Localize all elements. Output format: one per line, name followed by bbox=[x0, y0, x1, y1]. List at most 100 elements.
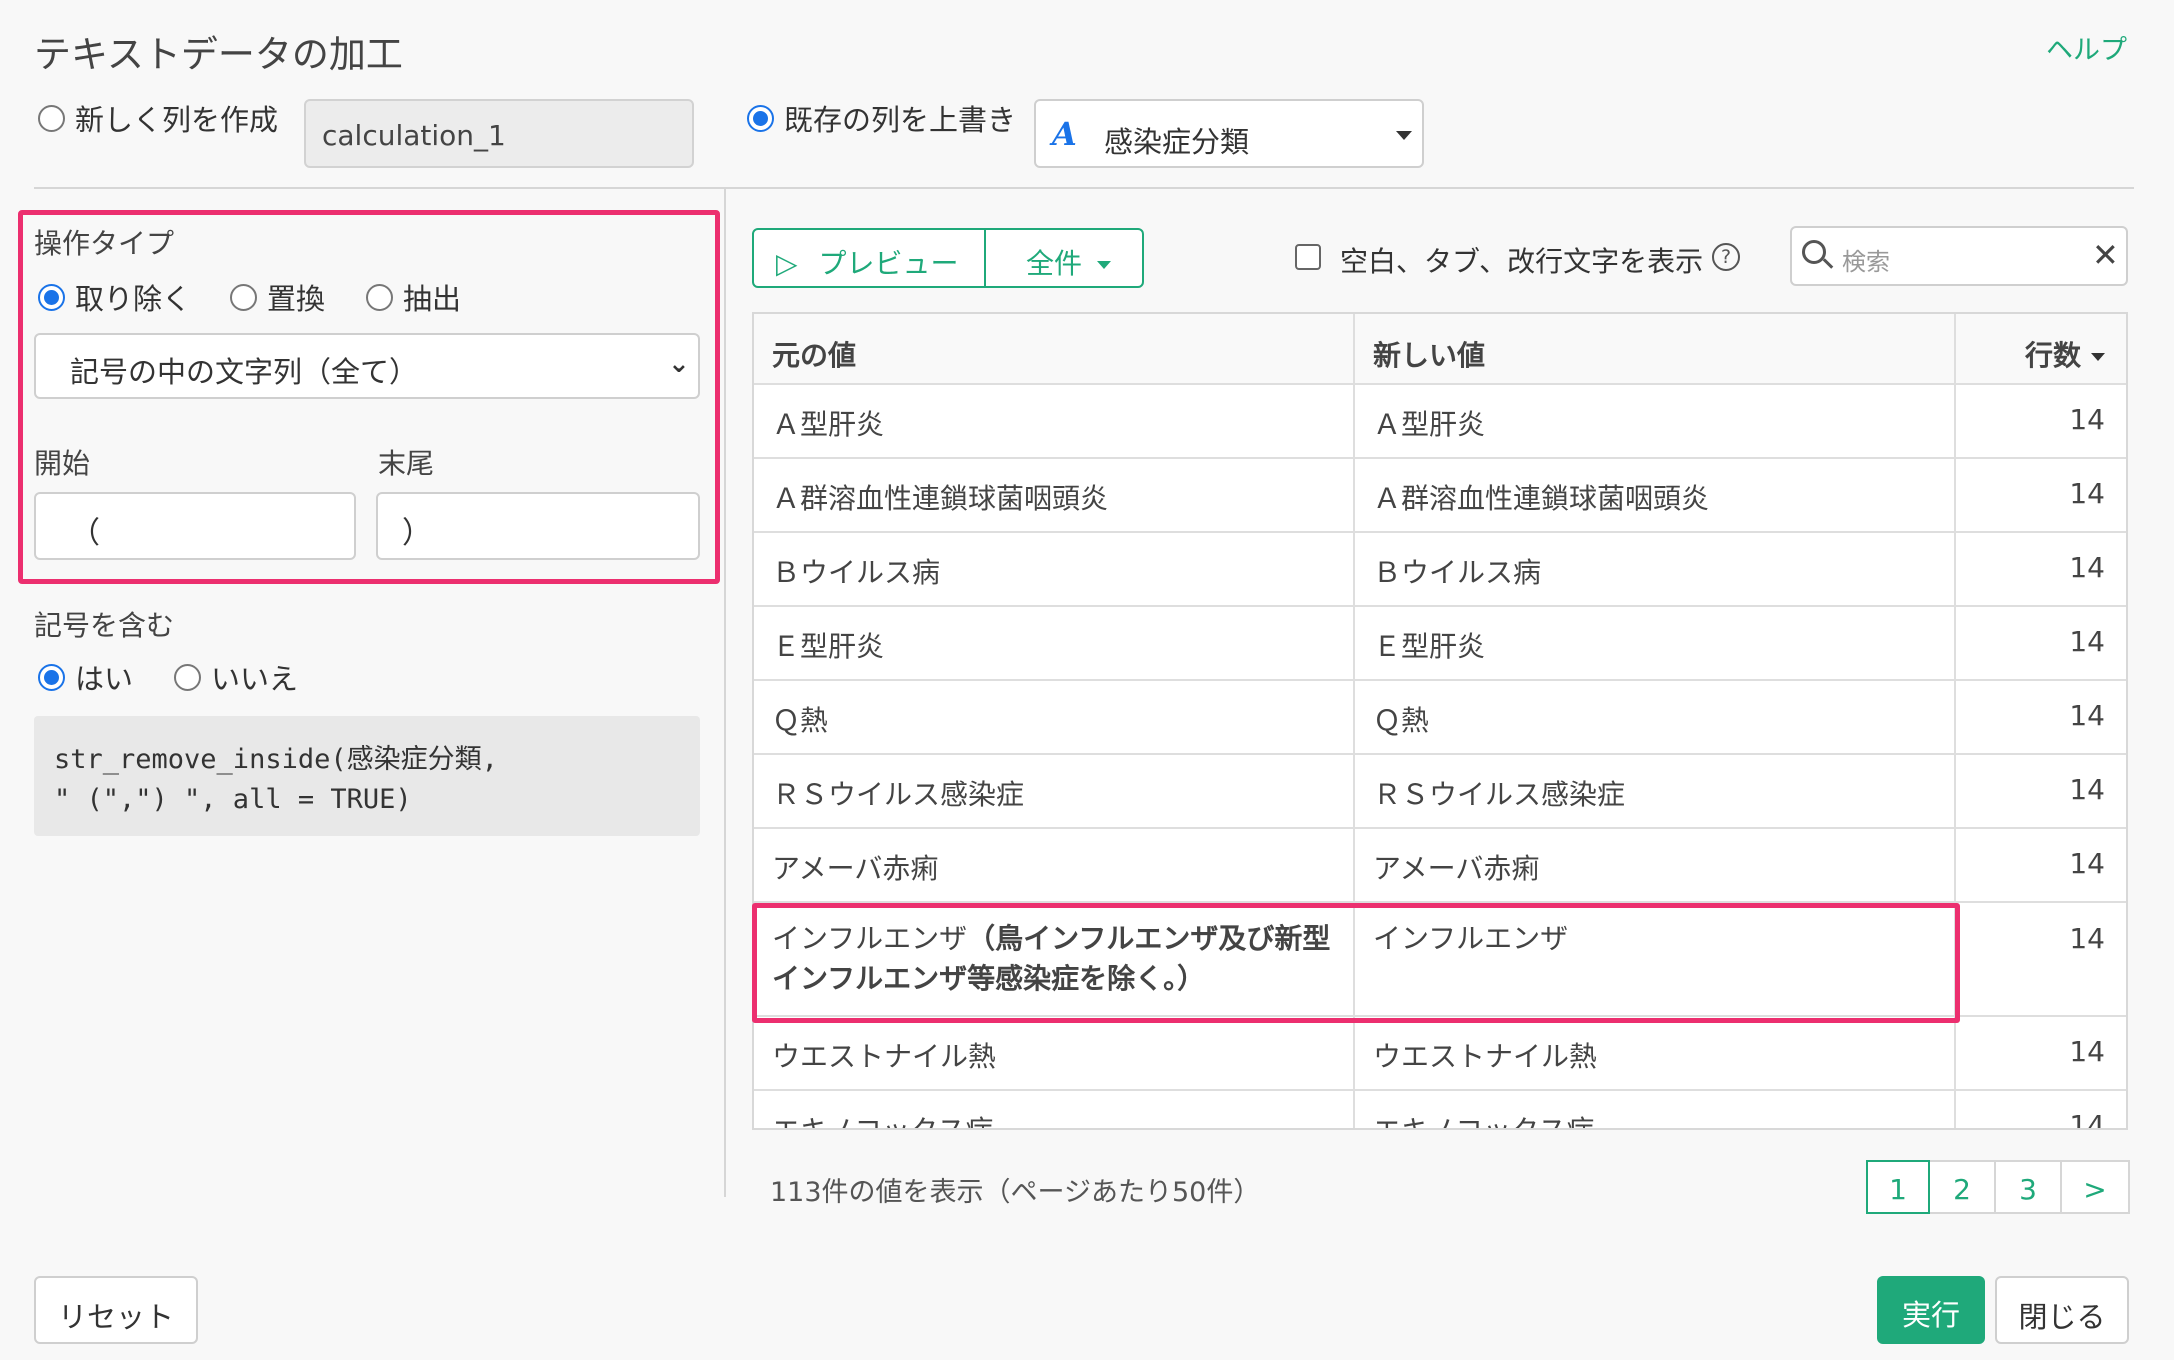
generated-code: str_remove_inside(感染症分類, " (",") ", all … bbox=[34, 716, 700, 836]
column-select-value: 感染症分類 bbox=[1104, 125, 1250, 159]
show-whitespace-checkbox[interactable] bbox=[1295, 244, 1321, 270]
new-value: アメーバ赤痢 bbox=[1354, 828, 1956, 903]
op-replace-option[interactable]: 置換 bbox=[230, 276, 325, 318]
play-icon: ▷ bbox=[776, 247, 798, 280]
new-value: Ａ型肝炎 bbox=[1354, 384, 1956, 459]
table-row: ウエストナイル熱 ウエストナイル熱 14 bbox=[754, 1016, 2126, 1091]
preview-button-label: プレビュー bbox=[818, 247, 959, 280]
row-count: 14 bbox=[1955, 828, 2126, 903]
new-value: インフルエンザ bbox=[1354, 902, 1956, 1017]
text-type-icon: A bbox=[1052, 115, 1077, 153]
op-remove-label: 取り除く bbox=[75, 282, 192, 316]
table-row: Ａ群溶血性連鎖球菌咽頭炎 Ａ群溶血性連鎖球菌咽頭炎 14 bbox=[754, 458, 2126, 533]
original-value: Ｅ型肝炎 bbox=[754, 606, 1355, 681]
include-yes-radio[interactable] bbox=[38, 663, 65, 691]
reset-button[interactable]: リセット bbox=[34, 1276, 198, 1344]
run-button[interactable]: 実行 bbox=[1877, 1276, 1985, 1344]
include-no-label: いいえ bbox=[211, 662, 299, 696]
original-value: Ａ群溶血性連鎖球菌咽頭炎 bbox=[754, 458, 1355, 533]
column-header-original[interactable]: 元の値 bbox=[754, 314, 1355, 385]
original-value: ＲＳウイルス感染症 bbox=[754, 754, 1355, 829]
preview-button[interactable]: ▷ プレビュー bbox=[754, 230, 984, 286]
new-column-option[interactable]: 新しく列を作成 bbox=[38, 97, 278, 139]
new-column-radio[interactable] bbox=[38, 104, 65, 132]
new-value: エキノコックス症 bbox=[1354, 1090, 1956, 1128]
new-value: Ａ群溶血性連鎖球菌咽頭炎 bbox=[1354, 458, 1956, 533]
table-row: アメーバ赤痢 アメーバ赤痢 14 bbox=[754, 828, 2126, 903]
chevron-down-icon: ⌄ bbox=[668, 349, 690, 379]
original-value: ウエストナイル熱 bbox=[754, 1016, 1355, 1091]
include-symbols-label: 記号を含む bbox=[34, 609, 175, 642]
op-remove-option[interactable]: 取り除く bbox=[38, 276, 191, 318]
sort-caret-icon bbox=[2091, 353, 2105, 361]
search-input[interactable]: 検索 bbox=[1842, 242, 1890, 277]
include-no-option[interactable]: いいえ bbox=[174, 656, 298, 698]
close-button[interactable]: 閉じる bbox=[1995, 1276, 2129, 1344]
end-label: 末尾 bbox=[378, 447, 435, 480]
clear-icon[interactable]: ✕ bbox=[2092, 236, 2119, 274]
row-count: 14 bbox=[1955, 532, 2126, 607]
column-select[interactable]: A 感染症分類 bbox=[1034, 99, 1424, 168]
mode-select-value: 記号の中の文字列（全て） bbox=[70, 355, 419, 389]
original-value: エキノコックス症 bbox=[754, 1090, 1355, 1128]
page-button-1[interactable]: 1 bbox=[1866, 1160, 1930, 1214]
column-header-new[interactable]: 新しい値 bbox=[1354, 314, 1956, 385]
preview-table: 元の値 新しい値 行数 Ａ型肝炎 Ａ型肝炎 14 Ａ群溶血性連鎖球菌咽頭炎 Ａ群… bbox=[752, 312, 2128, 1130]
end-input-value: ） bbox=[402, 516, 432, 551]
op-extract-label: 抽出 bbox=[403, 282, 462, 316]
search-field[interactable]: 検索 ✕ bbox=[1790, 226, 2128, 286]
op-extract-radio[interactable] bbox=[366, 283, 393, 311]
all-rows-label: 全件 bbox=[1026, 247, 1083, 280]
new-value: Ｑ熱 bbox=[1354, 680, 1956, 755]
page-button-3[interactable]: 3 bbox=[1996, 1160, 2062, 1214]
table-row: ＲＳウイルス感染症 ＲＳウイルス感染症 14 bbox=[754, 754, 2126, 829]
op-extract-option[interactable]: 抽出 bbox=[366, 276, 461, 318]
start-input-value: （ bbox=[70, 516, 100, 551]
new-value: ウエストナイル熱 bbox=[1354, 1016, 1956, 1091]
dialog-title: テキストデータの加工 bbox=[34, 33, 403, 76]
row-count: 14 bbox=[1955, 384, 2126, 459]
start-label: 開始 bbox=[34, 447, 91, 480]
preview-button-group: ▷ プレビュー 全件 bbox=[752, 228, 1144, 288]
search-icon-handle bbox=[1822, 258, 1834, 269]
row-count: 14 bbox=[1955, 680, 2126, 755]
start-input[interactable]: （ bbox=[34, 492, 356, 560]
original-value-plain: インフルエンザ bbox=[772, 922, 968, 955]
op-remove-radio[interactable] bbox=[38, 283, 65, 311]
include-no-radio[interactable] bbox=[174, 663, 201, 691]
op-replace-label: 置換 bbox=[267, 282, 326, 316]
include-yes-label: はい bbox=[75, 662, 134, 696]
mode-select[interactable]: 記号の中の文字列（全て） ⌄ bbox=[34, 333, 700, 399]
count-header-label: 行数 bbox=[2024, 339, 2081, 372]
new-column-label: 新しく列を作成 bbox=[75, 103, 279, 137]
column-header-count[interactable]: 行数 bbox=[1955, 314, 2126, 385]
table-row-highlighted: インフルエンザ（鳥インフルエンザ及び新型インフルエンザ等感染症を除く。） インフ… bbox=[754, 902, 2126, 1017]
original-value: アメーバ赤痢 bbox=[754, 828, 1355, 903]
caret-down-icon bbox=[1096, 261, 1111, 269]
row-count: 14 bbox=[1955, 754, 2126, 829]
op-replace-radio[interactable] bbox=[230, 283, 257, 311]
table-row: Ｂウイルス病 Ｂウイルス病 14 bbox=[754, 532, 2126, 607]
row-count: 14 bbox=[1955, 1090, 2126, 1128]
row-count: 14 bbox=[1955, 458, 2126, 533]
include-yes-option[interactable]: はい bbox=[38, 656, 133, 698]
new-value: Ｂウイルス病 bbox=[1354, 532, 1956, 607]
help-icon[interactable]: ? bbox=[1712, 243, 1740, 271]
table-row: Ｑ熱 Ｑ熱 14 bbox=[754, 680, 2126, 755]
new-column-name-input[interactable]: calculation_1 bbox=[304, 99, 694, 168]
page-button-2[interactable]: 2 bbox=[1930, 1160, 1996, 1214]
table-row: Ａ型肝炎 Ａ型肝炎 14 bbox=[754, 384, 2126, 459]
overwrite-column-radio[interactable] bbox=[747, 104, 774, 132]
original-value: Ｑ熱 bbox=[754, 680, 1355, 755]
overwrite-column-label: 既存の列を上書き bbox=[784, 103, 1017, 137]
all-rows-dropdown[interactable]: 全件 bbox=[984, 230, 1142, 286]
row-count: 14 bbox=[1955, 902, 2126, 1017]
end-input[interactable]: ） bbox=[376, 492, 700, 560]
chevron-down-icon bbox=[1396, 131, 1412, 140]
help-link[interactable]: ヘルプ bbox=[2046, 28, 2127, 67]
table-row: Ｅ型肝炎 Ｅ型肝炎 14 bbox=[754, 606, 2126, 681]
new-value: ＲＳウイルス感染症 bbox=[1354, 754, 1956, 829]
overwrite-column-option[interactable]: 既存の列を上書き bbox=[747, 97, 1016, 139]
next-page-button[interactable]: > bbox=[2062, 1160, 2130, 1214]
original-value: Ｂウイルス病 bbox=[754, 532, 1355, 607]
